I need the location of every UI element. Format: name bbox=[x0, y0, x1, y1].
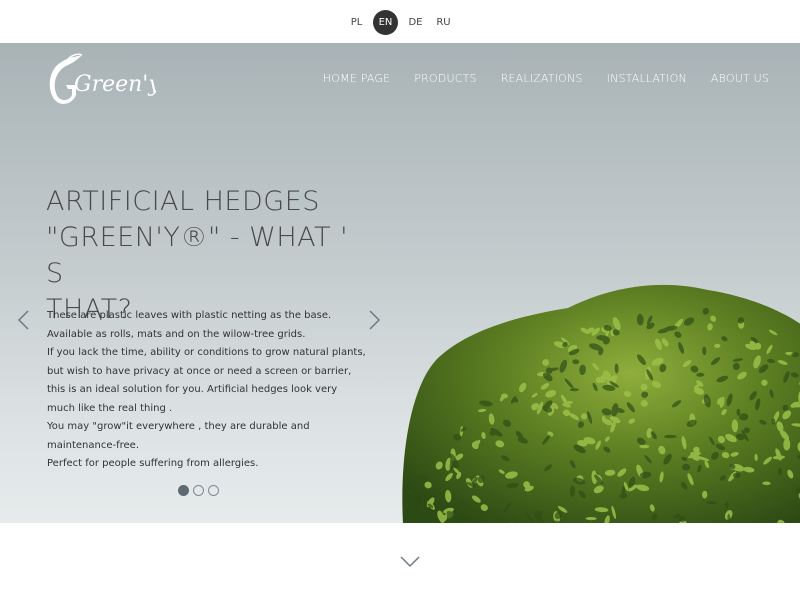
chevron-right-icon[interactable] bbox=[368, 309, 382, 331]
nav-realizations[interactable]: REALIZATIONS bbox=[501, 72, 583, 85]
hero-banner: Green'y HOME PAGE PRODUCTS REALIZATIONS … bbox=[0, 43, 800, 523]
nav-installation[interactable]: INSTALLATION bbox=[607, 72, 687, 85]
headline-line-2: "GREEN'Y®" - WHAT ' S bbox=[46, 222, 349, 289]
chevron-down-icon[interactable] bbox=[399, 555, 421, 569]
language-bar: PL EN DE RU bbox=[0, 0, 800, 43]
headline-line-1: ARTIFICIAL HEDGES bbox=[46, 186, 320, 217]
chevron-left-icon[interactable] bbox=[16, 309, 30, 331]
bush-leaf bbox=[725, 501, 729, 509]
description-paragraph: If you lack the time, ability or conditi… bbox=[47, 347, 366, 414]
lang-de[interactable]: DE bbox=[401, 10, 430, 34]
logo-text: Green'y bbox=[74, 72, 156, 97]
description-paragraph: Perfect for people suffering from allerg… bbox=[47, 458, 259, 469]
description-paragraph: These are plastic leaves with plastic ne… bbox=[47, 310, 332, 340]
bush-leaf bbox=[664, 434, 677, 439]
main-nav: HOME PAGE PRODUCTS REALIZATIONS INSTALLA… bbox=[323, 72, 769, 85]
lang-en-active[interactable]: EN bbox=[373, 10, 398, 35]
slider-dots bbox=[178, 485, 219, 496]
hero-description: These are plastic leaves with plastic ne… bbox=[47, 307, 367, 474]
slider-dot-2[interactable] bbox=[193, 485, 204, 496]
greeny-logo[interactable]: Green'y bbox=[46, 51, 156, 115]
nav-home-page[interactable]: HOME PAGE bbox=[323, 72, 390, 85]
hedge-bush-image bbox=[402, 284, 800, 523]
nav-about-us[interactable]: ABOUT US bbox=[711, 72, 769, 85]
slider-dot-3[interactable] bbox=[208, 485, 219, 496]
slider-dot-1[interactable] bbox=[178, 485, 189, 496]
nav-products[interactable]: PRODUCTS bbox=[414, 72, 476, 85]
lang-pl[interactable]: PL bbox=[342, 10, 371, 34]
language-switcher: PL EN DE RU bbox=[340, 10, 470, 36]
lang-ru[interactable]: RU bbox=[429, 10, 458, 34]
bush-leaf bbox=[474, 440, 479, 449]
description-paragraph: You may "grow"it everywhere , they are d… bbox=[47, 421, 310, 451]
bush-leaf bbox=[639, 444, 650, 449]
